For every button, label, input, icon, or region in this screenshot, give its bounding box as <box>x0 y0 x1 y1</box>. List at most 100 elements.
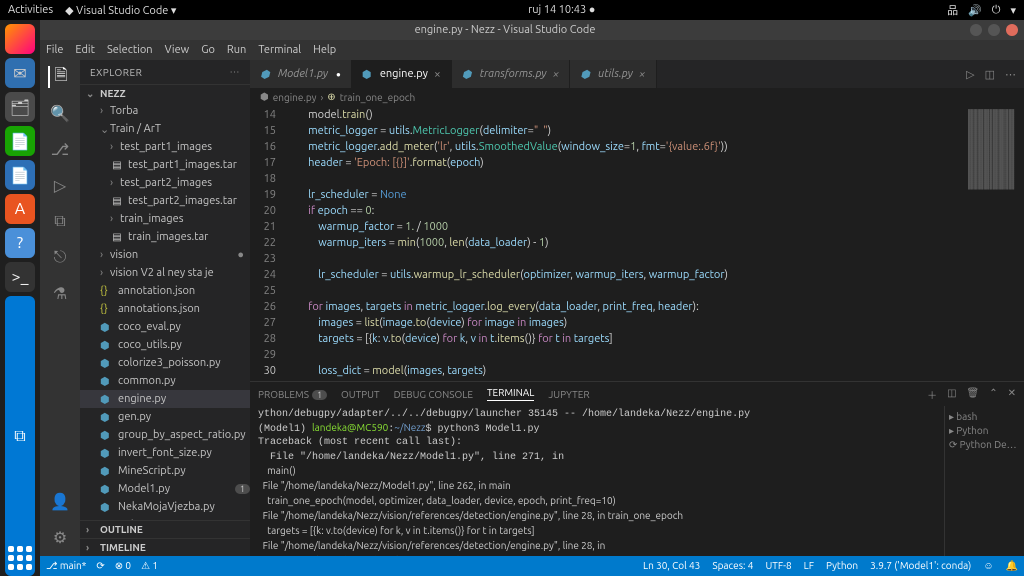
tree-item[interactable]: ⬢gen.py <box>80 408 250 426</box>
tree-item[interactable]: ›test_part1_images <box>80 138 250 156</box>
clock[interactable]: ruj 14 10:43 ● <box>176 4 947 16</box>
tree-item[interactable]: ›train_images <box>80 210 250 228</box>
testing-icon[interactable]: ⚗ <box>49 282 71 304</box>
panel-tab-debug[interactable]: DEBUG CONSOLE <box>394 389 473 400</box>
dock-help-icon[interactable]: ? <box>5 228 35 258</box>
tree-item[interactable]: ⬢MineScript.py <box>80 462 250 480</box>
dock-show-apps-icon[interactable] <box>8 546 32 570</box>
menu-help[interactable]: Help <box>313 44 336 56</box>
panel-tab-jupyter[interactable]: JUPYTER <box>548 389 589 400</box>
status-errors[interactable]: ⊗ 0 <box>115 560 131 572</box>
menu-selection[interactable]: Selection <box>107 44 153 56</box>
tree-item[interactable]: ⬢engine.py <box>80 390 250 408</box>
status-encoding[interactable]: UTF-8 <box>765 560 791 572</box>
editor-tab[interactable]: ⬢utils.py× <box>570 60 656 88</box>
panel-tab-terminal[interactable]: TERMINAL <box>487 387 534 401</box>
settings-gear-icon[interactable]: ⚙ <box>49 526 71 548</box>
tree-item[interactable]: ⬢colorize3_poisson.py <box>80 354 250 372</box>
terminal-list-item[interactable]: ▸ bash <box>949 410 1020 424</box>
split-terminal-icon[interactable]: ◫ <box>947 387 956 402</box>
menu-edit[interactable]: Edit <box>75 44 95 56</box>
kill-terminal-icon[interactable]: 🗑 <box>967 387 980 402</box>
tree-item[interactable]: ›vision● <box>80 246 250 264</box>
account-icon[interactable]: 👤 <box>49 490 71 512</box>
more-actions-icon[interactable]: ⋯ <box>1005 68 1016 81</box>
panel-tab-output[interactable]: OUTPUT <box>341 389 380 400</box>
system-menu-chevron-icon[interactable]: ▾ <box>1010 4 1016 17</box>
tree-item[interactable]: {}annotation.json <box>80 282 250 300</box>
menu-terminal[interactable]: Terminal <box>258 44 301 56</box>
tree-item[interactable]: ⬢invert_font_size.py <box>80 444 250 462</box>
window-maximize-icon[interactable] <box>988 24 1000 36</box>
status-bell-icon[interactable]: 🔔 <box>1006 560 1018 572</box>
volume-icon[interactable]: 🔊 <box>968 4 982 17</box>
editor-tab[interactable]: ⬢engine.py× <box>352 60 452 88</box>
status-cursor[interactable]: Ln 30, Col 43 <box>643 560 700 572</box>
panel-maximize-icon[interactable]: ⌃ <box>989 387 997 402</box>
tree-item[interactable]: ▤test_part2_images.tar <box>80 192 250 210</box>
new-terminal-icon[interactable]: ＋ <box>927 387 937 402</box>
tree-item[interactable]: ▤train_images.tar <box>80 228 250 246</box>
timeline-section[interactable]: ›TIMELINE <box>80 538 250 556</box>
activities-button[interactable]: Activities <box>8 4 53 16</box>
status-sync-icon[interactable]: ⟳ <box>96 560 104 572</box>
run-debug-icon[interactable]: ▷ <box>49 174 71 196</box>
menu-view[interactable]: View <box>165 44 190 56</box>
tree-item[interactable]: {}annotations.json <box>80 300 250 318</box>
breadcrumb[interactable]: ⬢engine.py › ⊕ train_one_epoch <box>250 88 1024 106</box>
terminal-list-item[interactable]: ▸ Python <box>949 424 1020 438</box>
dock-thunderbird-icon[interactable]: ✉ <box>5 58 35 88</box>
status-eol[interactable]: LF <box>804 560 814 572</box>
tree-item[interactable]: ›test_part2_images <box>80 174 250 192</box>
explorer-icon[interactable]: 🗎 <box>48 66 70 88</box>
tree-item[interactable]: ⬢coco_eval.py <box>80 318 250 336</box>
dock-writer-icon[interactable]: 📄 <box>5 126 35 156</box>
network-icon[interactable]: 品 <box>947 2 958 18</box>
tree-item[interactable]: ⬢group_by_aspect_ratio.py <box>80 426 250 444</box>
window-close-icon[interactable] <box>1006 24 1018 36</box>
window-minimize-icon[interactable] <box>970 24 982 36</box>
tree-item[interactable]: ⌄Train / ArT <box>80 120 250 138</box>
close-tab-icon[interactable]: × <box>639 68 646 81</box>
source-control-icon[interactable]: ⎇ <box>49 138 71 160</box>
explorer-more-icon[interactable]: ⋯ <box>230 66 241 78</box>
dock-files-icon[interactable]: 🗂 <box>5 92 35 122</box>
terminal-output[interactable]: ython/debugpy/adapter/../../debugpy/laun… <box>250 406 944 556</box>
remote-icon[interactable]: ⎋ <box>49 246 71 268</box>
split-editor-icon[interactable]: ◫ <box>985 68 995 81</box>
status-language[interactable]: Python <box>826 560 858 572</box>
extensions-icon[interactable]: ⧉ <box>49 210 71 232</box>
tree-item[interactable]: ›vision V2 al ney sta je <box>80 264 250 282</box>
dock-calc-icon[interactable]: 📄 <box>5 160 35 190</box>
dock-software-icon[interactable]: A <box>5 194 35 224</box>
tree-item[interactable]: ▤test_part1_images.tar <box>80 156 250 174</box>
status-warnings[interactable]: ⚠ 1 <box>141 560 158 572</box>
dock-firefox-icon[interactable] <box>5 24 35 54</box>
editor-tab[interactable]: ⬢Model1.py <box>250 60 352 88</box>
menu-run[interactable]: Run <box>227 44 246 56</box>
close-tab-icon[interactable]: × <box>553 68 560 81</box>
file-tree[interactable]: ›Torba⌄Train / ArT›test_part1_images▤tes… <box>80 102 250 520</box>
code-editor[interactable]: 1415161718192021222324252627282930313233… <box>250 106 964 381</box>
menu-go[interactable]: Go <box>201 44 215 56</box>
close-tab-icon[interactable]: × <box>434 68 441 81</box>
current-app-label[interactable]: ◆ Visual Studio Code ▾ <box>65 4 176 17</box>
power-icon[interactable]: ⏻ <box>992 4 1001 17</box>
tree-item[interactable]: ⬢NekaMojaVjezba.py <box>80 498 250 516</box>
status-feedback-icon[interactable]: ☺ <box>983 560 993 572</box>
dock-vscode-icon[interactable]: ⧉ <box>5 296 35 576</box>
tree-item[interactable]: ⬢coco_utils.py <box>80 336 250 354</box>
status-branch[interactable]: ⎇ main* <box>46 560 86 572</box>
tree-item[interactable]: ⬢Model1.py1 <box>80 480 250 498</box>
dock-terminal-icon[interactable]: >_ <box>5 262 35 292</box>
tree-item[interactable]: ›Torba <box>80 102 250 120</box>
editor-tab[interactable]: ⬢transforms.py× <box>452 60 571 88</box>
minimap[interactable]: ████ ██ ████ ████ ██ ████ ████ ██ ████ █… <box>964 106 1024 381</box>
status-interpreter[interactable]: 3.9.7 ('Model1': conda) <box>870 560 971 572</box>
terminal-list-item[interactable]: ⟳ Python De… <box>949 438 1020 452</box>
search-icon[interactable]: 🔍 <box>49 102 71 124</box>
panel-close-icon[interactable]: ✕ <box>1008 387 1016 402</box>
status-spaces[interactable]: Spaces: 4 <box>712 560 753 572</box>
tree-item[interactable]: ⬢common.py <box>80 372 250 390</box>
run-file-icon[interactable]: ▷ <box>966 68 974 81</box>
